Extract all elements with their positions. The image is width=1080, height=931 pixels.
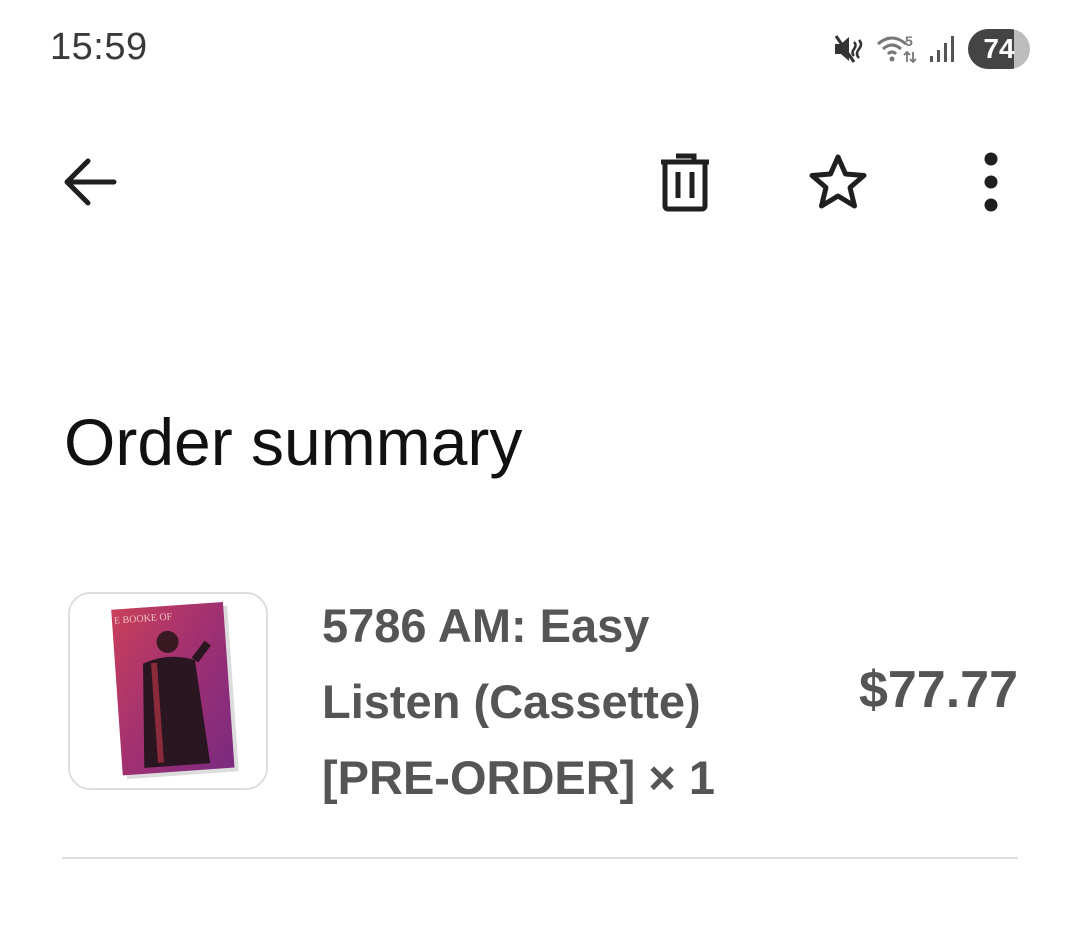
mute-icon (832, 34, 866, 64)
signal-icon (928, 34, 958, 64)
order-item[interactable]: E BOOKE OF 5786 AM: Easy Listen (Cassett… (68, 588, 1018, 804)
product-price: $77.77 (858, 661, 1018, 719)
toolbar (0, 130, 1080, 240)
svg-text:5: 5 (905, 33, 913, 49)
trash-icon (661, 153, 709, 212)
star-button[interactable] (798, 142, 878, 222)
star-outline-icon (809, 154, 867, 209)
back-button[interactable] (50, 142, 130, 222)
more-vert-icon (984, 152, 998, 212)
page-title: Order summary (64, 405, 523, 479)
divider (62, 857, 1018, 859)
status-icons: 5 74 (832, 28, 1030, 70)
cassette-cover-image: E BOOKE OF (111, 601, 239, 780)
arrow-left-icon (64, 158, 117, 206)
wifi-icon: 5 (876, 32, 918, 66)
product-thumbnail[interactable]: E BOOKE OF (68, 592, 268, 790)
product-title: 5786 AM: Easy Listen (Cassette) [PRE-ORD… (322, 599, 716, 804)
more-options-button[interactable] (951, 142, 1031, 222)
delete-button[interactable] (645, 142, 725, 222)
status-time: 15:59 (50, 26, 148, 68)
battery-icon: 74 (968, 29, 1030, 69)
status-bar: 15:59 5 74 (0, 0, 1080, 100)
